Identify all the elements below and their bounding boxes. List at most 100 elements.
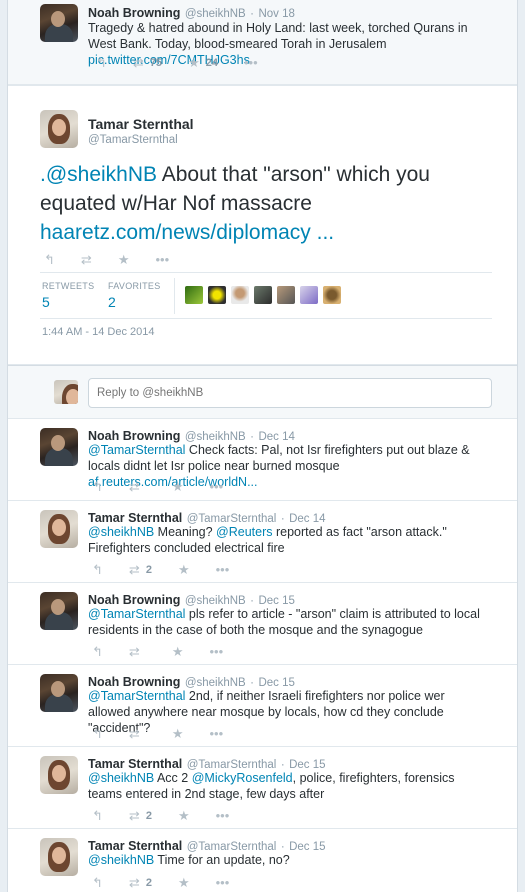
tweet-timestamp[interactable]: 1:44 AM - 14 Dec 2014 (42, 326, 155, 338)
tweet-text: @TamarSternthal pls refer to article - "… (88, 607, 480, 637)
mention-link[interactable]: @TamarSternthal (88, 607, 185, 621)
avatar[interactable] (40, 592, 78, 630)
author-name[interactable]: Noah Browning (88, 429, 180, 443)
avatar[interactable] (323, 286, 341, 304)
retweet-button[interactable]: ⇄ (129, 645, 146, 658)
star-icon: ★ (177, 562, 190, 577)
mention-link[interactable]: .@sheikhNB (40, 163, 157, 186)
context-tweet[interactable]: Noah Browning @sheikhNB · Nov 18 Tragedy… (8, 0, 517, 85)
tweet-time[interactable]: Nov 18 (258, 8, 294, 20)
star-icon: ★ (177, 808, 190, 823)
reply-button[interactable]: ↰ (44, 253, 55, 266)
favorite-button[interactable]: ★ (118, 253, 130, 266)
author-name[interactable]: Noah Browning (88, 675, 180, 689)
retweets-stat[interactable]: RETWEETS 5 (42, 281, 94, 310)
reply-tweet[interactable]: Noah Browning @sheikhNB · Dec 15 @TamarS… (8, 583, 517, 665)
retweet-button[interactable]: ⇄ (129, 727, 146, 740)
divider (40, 318, 492, 319)
retweet-button[interactable]: ⇄ 2 (129, 563, 152, 576)
reply-button[interactable]: ↰ (96, 56, 107, 69)
avatar[interactable] (231, 286, 249, 304)
reply-button[interactable]: ↰ (92, 563, 103, 576)
favorite-button[interactable]: ★ (178, 809, 190, 822)
more-button[interactable]: ••• (155, 253, 169, 266)
retweet-icon: ⇄ (128, 726, 140, 741)
more-icon: ••• (209, 644, 224, 659)
favorite-button[interactable]: ★ (178, 876, 190, 889)
tweet-actions: ↰ ⇄ 2 ★ ••• (92, 876, 255, 889)
retweet-count: 5 (42, 294, 50, 310)
avatar[interactable] (40, 428, 78, 466)
reply-tweet[interactable]: Noah Browning @sheikhNB · Dec 14 @TamarS… (8, 419, 517, 501)
retweet-button[interactable]: ⇄ (81, 253, 92, 266)
more-button[interactable]: ••• (244, 56, 258, 69)
favorite-count: 2 (108, 294, 116, 310)
reply-icon: ↰ (92, 808, 103, 823)
more-button[interactable]: ••• (209, 480, 223, 493)
favorite-button[interactable]: ★ (178, 563, 190, 576)
star-icon: ★ (171, 726, 184, 741)
reply-button[interactable]: ↰ (92, 727, 103, 740)
avatar[interactable] (40, 756, 78, 794)
timeline-frame: Noah Browning @sheikhNB · Nov 18 Tragedy… (7, 0, 518, 892)
avatar[interactable] (254, 286, 272, 304)
mention-link[interactable]: @Reuters (216, 525, 272, 539)
retweet-button[interactable]: ⇄ 2 (129, 876, 152, 889)
author-name[interactable]: Noah Browning (88, 593, 180, 607)
favorite-button[interactable]: ★ 24 (188, 56, 218, 69)
avatar[interactable] (277, 286, 295, 304)
reply-tweet[interactable]: Tamar Sternthal @TamarSternthal · Dec 14… (8, 501, 517, 583)
reply-button[interactable]: ↰ (92, 809, 103, 822)
author-handle[interactable]: @sheikhNB (185, 8, 246, 20)
retweet-icon: ⇄ (128, 875, 140, 890)
author-handle[interactable]: @TamarSternthal (88, 134, 178, 146)
retweet-icon: ⇄ (128, 644, 140, 659)
author-name[interactable]: Tamar Sternthal (88, 839, 182, 853)
mention-link[interactable]: @MickyRosenfeld (192, 771, 293, 785)
mention-link[interactable]: @TamarSternthal (88, 443, 185, 457)
avatar[interactable] (185, 286, 203, 304)
author-name[interactable]: Tamar Sternthal (88, 116, 194, 132)
more-button[interactable]: ••• (209, 727, 223, 740)
more-button[interactable]: ••• (209, 645, 223, 658)
reply-tweet[interactable]: Noah Browning @sheikhNB · Dec 15 @TamarS… (8, 665, 517, 747)
avatar[interactable] (208, 286, 226, 304)
reply-button[interactable]: ↰ (92, 876, 103, 889)
avatar[interactable] (40, 674, 78, 712)
favorite-button[interactable]: ★ (172, 480, 184, 493)
retweet-button[interactable]: ⇄ 2 (129, 809, 152, 822)
author-name[interactable]: Tamar Sternthal (88, 757, 182, 771)
retweet-button[interactable]: ⇄ (129, 480, 146, 493)
reply-button[interactable]: ↰ (92, 480, 103, 493)
more-button[interactable]: ••• (216, 563, 230, 576)
avatar[interactable] (300, 286, 318, 304)
reply-button[interactable]: ↰ (92, 645, 103, 658)
avatar[interactable] (40, 4, 78, 42)
favorite-button[interactable]: ★ (172, 645, 184, 658)
mention-link[interactable]: @sheikhNB (88, 853, 154, 867)
avatar[interactable] (40, 110, 78, 148)
tweet-link[interactable]: haaretz.com/news/diplomacy ... (40, 221, 334, 244)
author-name[interactable]: Noah Browning (88, 6, 180, 20)
mention-link[interactable]: @sheikhNB (88, 771, 154, 785)
retweet-button[interactable]: ⇄ 75 (133, 56, 162, 69)
divider (174, 278, 175, 314)
mention-link[interactable]: @sheikhNB (88, 525, 154, 539)
tweet-actions: ↰ ⇄ ★ ••• (92, 480, 249, 493)
avatar[interactable] (40, 838, 78, 876)
divider (40, 272, 492, 273)
permalink-tweet: Tamar Sternthal @TamarSternthal .@sheikh… (8, 85, 517, 365)
favorite-button[interactable]: ★ (172, 727, 184, 740)
tweet-actions: ↰ ⇄ 2 ★ ••• (92, 563, 255, 576)
reply-tweet[interactable]: Tamar Sternthal @TamarSternthal · Dec 15… (8, 747, 517, 829)
more-button[interactable]: ••• (216, 809, 230, 822)
reply-tweet[interactable]: Tamar Sternthal @TamarSternthal · Dec 15… (8, 829, 517, 892)
mention-link[interactable]: @TamarSternthal (88, 689, 185, 703)
author-name[interactable]: Tamar Sternthal (88, 511, 182, 525)
favorites-stat[interactable]: FAVORITES 2 (108, 281, 161, 310)
retweet-count: 75 (149, 56, 163, 69)
reply-input[interactable] (88, 378, 492, 408)
tweet-actions: ↰ ⇄ 75 ★ 24 ••• (96, 56, 284, 69)
more-button[interactable]: ••• (216, 876, 230, 889)
avatar[interactable] (40, 510, 78, 548)
